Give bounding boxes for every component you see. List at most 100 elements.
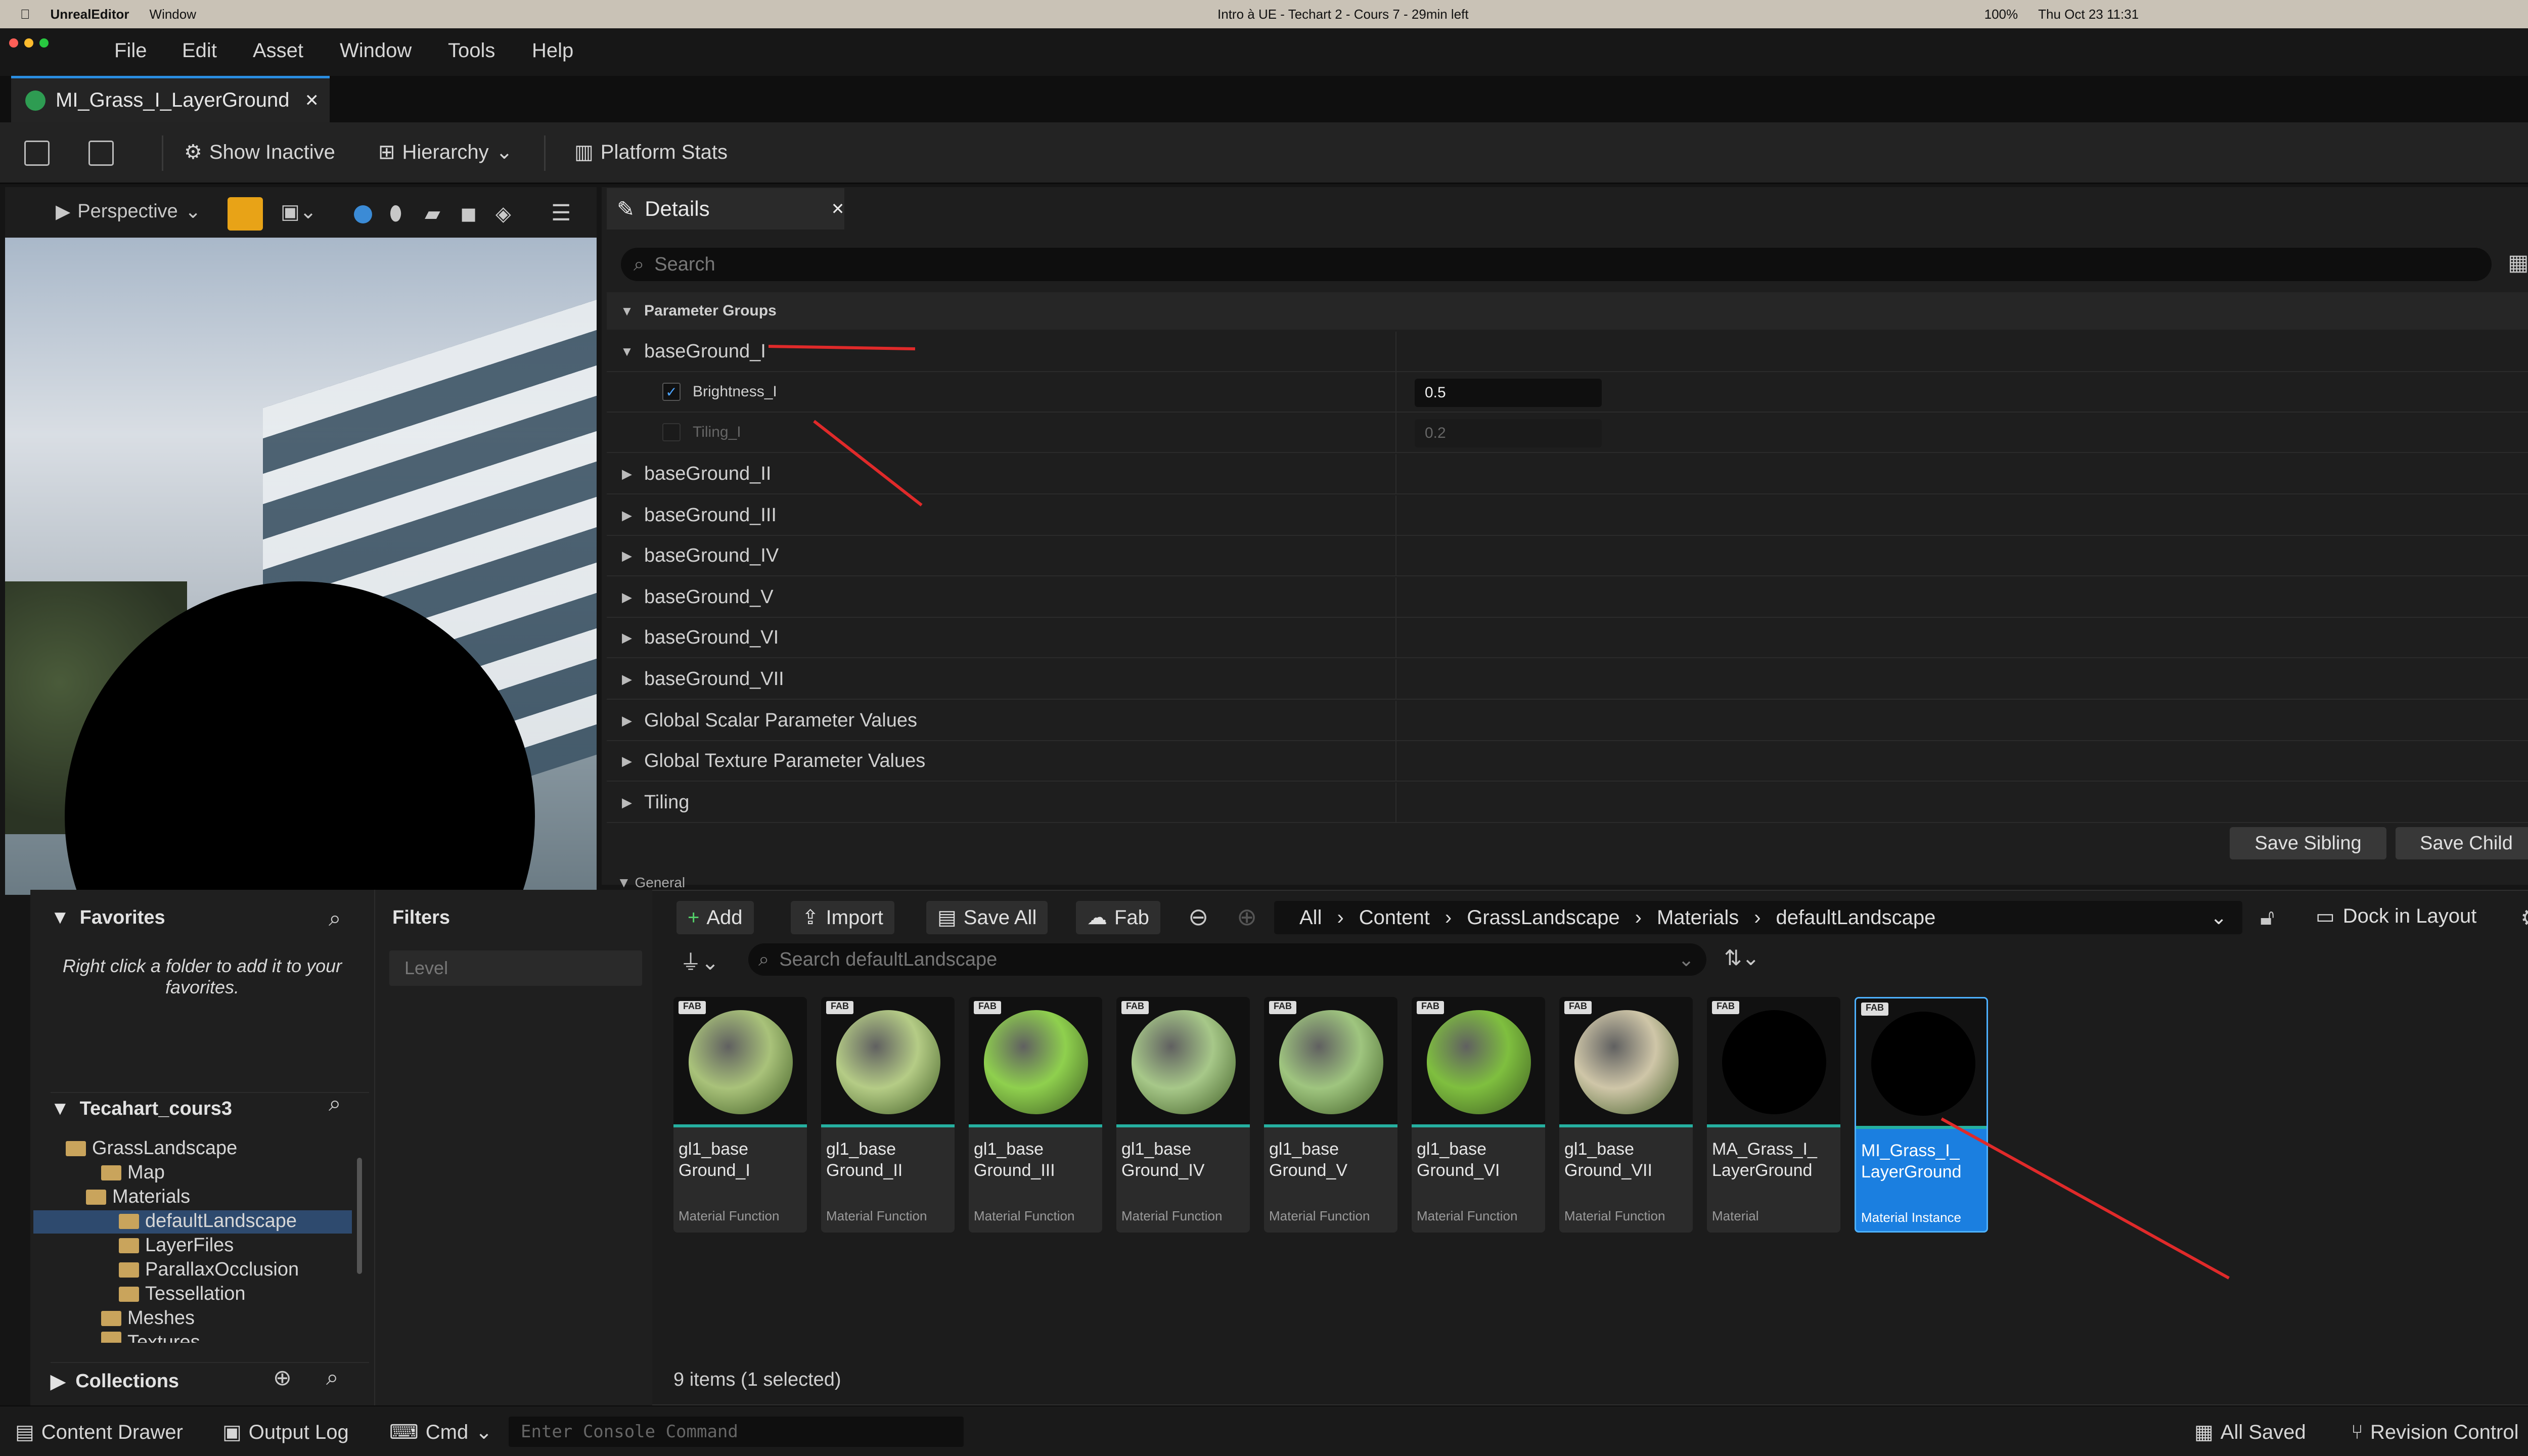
group-row[interactable]: ▶ baseGround_III [607, 495, 2528, 536]
all-saved-button[interactable]: ▦ All Saved [2194, 1421, 2306, 1444]
tree-folder[interactable]: Textures [101, 1332, 200, 1343]
asset-tile[interactable]: FAB gl1_base Ground_V Material Function [1264, 997, 1397, 1233]
zoom-window-icon[interactable] [39, 38, 49, 48]
cube-preview-icon[interactable]: ◼ [460, 202, 477, 225]
sort-icon[interactable]: ⇅⌄ [1724, 945, 1759, 970]
asset-tile[interactable]: FAB gl1_base Ground_I Material Function [673, 997, 807, 1233]
details-tab[interactable]: ✎ Details ✕ [607, 188, 844, 230]
collections-header[interactable]: ▶ Collections [51, 1362, 369, 1393]
asset-tile[interactable]: FAB gl1_base Ground_IV Material Function [1116, 997, 1250, 1233]
save-sibling-button[interactable]: Save Sibling [2230, 827, 2386, 859]
settings-icon[interactable]: ⚙ [2520, 904, 2528, 931]
asset-tile[interactable]: FAB MA_Grass_I_ LayerGround Material [1707, 997, 1840, 1233]
plane-preview-icon[interactable]: ▰ [425, 202, 440, 225]
tree-folder-selected[interactable]: defaultLandscape [119, 1210, 297, 1232]
tree-folder[interactable]: ParallaxOcclusion [119, 1259, 299, 1281]
minimize-window-icon[interactable] [24, 38, 33, 48]
hierarchy-button[interactable]: ⊞ Hierarchy ⌄ [378, 141, 513, 164]
add-collection-icon[interactable]: ⊕ [273, 1365, 292, 1391]
asset-tile-selected[interactable]: FAB MI_Grass_I_ LayerGround Material Insta… [1855, 997, 1988, 1233]
level-filter[interactable]: Level [389, 950, 642, 986]
group-row[interactable]: ▶ Global Scalar Parameter Values [607, 701, 2528, 741]
breadcrumb-item[interactable]: defaultLandscape [1776, 906, 1936, 929]
save-child-button[interactable]: Save Child [2396, 827, 2528, 859]
breadcrumb-item[interactable]: All [1299, 906, 1322, 929]
asset-tile[interactable]: FAB gl1_base Ground_II Material Function [821, 997, 955, 1233]
mesh-preview-icon[interactable]: ◈ [495, 202, 511, 225]
tree-scrollbar[interactable] [357, 1158, 362, 1274]
cmd-dropdown[interactable]: ⌨ Cmd ⌄ [389, 1421, 492, 1444]
search-icon[interactable]: ⌕ [329, 1091, 341, 1116]
output-log-button[interactable]: ▣ Output Log [222, 1421, 349, 1444]
menu-file[interactable]: File [114, 39, 147, 62]
tree-folder[interactable]: Tessellation [119, 1283, 246, 1305]
chevron-down-icon[interactable]: ⌄ [2210, 906, 2227, 929]
favorites-header[interactable]: ▼ Favorites [51, 907, 165, 929]
menu-edit[interactable]: Edit [182, 39, 217, 62]
apple-icon[interactable]:  [20, 7, 30, 22]
menu-tools[interactable]: Tools [448, 39, 495, 62]
asset-tile[interactable]: FAB gl1_base Ground_VI Material Function [1412, 997, 1545, 1233]
param-value-input[interactable]: 0.5 [1415, 379, 1602, 407]
group-row[interactable]: ▶ baseGround_IV [607, 536, 2528, 576]
document-tab[interactable]: MI_Grass_I_LayerGround ✕ [11, 76, 330, 122]
app-name[interactable]: UnrealEditor [51, 7, 129, 22]
dock-in-layout-button[interactable]: ▭ Dock in Layout [2316, 905, 2476, 928]
breadcrumb-item[interactable]: Materials [1657, 906, 1739, 929]
group-row[interactable]: ▶ Tiling [607, 783, 2528, 823]
search-icon[interactable]: ⌕ [326, 1365, 339, 1390]
fab-button[interactable]: ☁ Fab [1076, 901, 1160, 934]
tree-folder[interactable]: Meshes [101, 1307, 195, 1329]
cylinder-preview-icon[interactable]: ⬮ [389, 202, 402, 225]
tree-folder[interactable]: GrassLandscape [66, 1138, 237, 1159]
history-back-icon[interactable]: ⊖ [1188, 903, 1208, 931]
close-tab-icon[interactable]: ✕ [831, 199, 845, 218]
close-tab-icon[interactable]: ✕ [304, 90, 319, 111]
viewport-menu-icon[interactable]: ☰ [551, 200, 571, 226]
history-forward-icon[interactable]: ⊕ [1237, 903, 1257, 931]
tree-folder[interactable]: Materials [86, 1186, 190, 1208]
console-command-input[interactable]: Enter Console Command [509, 1417, 964, 1447]
general-section-header[interactable]: ▼ General [617, 875, 685, 891]
group-row[interactable]: ▼ baseGround_I [607, 332, 2528, 372]
menu-help[interactable]: Help [532, 39, 573, 62]
group-row[interactable]: ▶ Global Texture Parameter Values [607, 741, 2528, 782]
breadcrumb-item[interactable]: Content [1359, 906, 1430, 929]
add-button[interactable]: + Add [676, 901, 754, 934]
override-checkbox[interactable] [662, 423, 681, 441]
menu-asset[interactable]: Asset [253, 39, 303, 62]
group-row[interactable]: ▶ baseGround_II [607, 454, 2528, 494]
project-header[interactable]: ▼ Tecahart_cours3 [51, 1092, 369, 1120]
details-search-input[interactable]: ⌕ Search [621, 248, 2492, 281]
override-checkbox[interactable]: ✓ [662, 383, 681, 401]
breadcrumb-item[interactable]: GrassLandscape [1467, 906, 1619, 929]
filter-icon[interactable]: ⏚⌄ [680, 945, 719, 976]
tree-folder[interactable]: LayerFiles [119, 1235, 234, 1256]
group-row[interactable]: ▶ baseGround_VI [607, 618, 2528, 658]
browse-icon[interactable] [88, 141, 114, 166]
menu-window[interactable]: Window [340, 39, 412, 62]
platform-stats-button[interactable]: ▥ Platform Stats [574, 141, 728, 164]
realtime-toggle-icon[interactable] [228, 197, 263, 231]
lock-icon[interactable]: 🔓︎ [2260, 905, 2275, 930]
window-menu[interactable]: Window [150, 7, 196, 22]
tree-folder[interactable]: Map [101, 1162, 165, 1184]
table-view-icon[interactable]: ▦ [2508, 250, 2528, 276]
close-window-icon[interactable] [9, 38, 18, 48]
group-row[interactable]: ▶ baseGround_VII [607, 659, 2528, 700]
asset-tile[interactable]: FAB gl1_base Ground_III Material Function [969, 997, 1102, 1233]
import-button[interactable]: ⇪ Import [791, 901, 894, 934]
perspective-button[interactable]: ▶ Perspective ⌄ [56, 200, 201, 223]
sphere-preview-icon[interactable] [354, 205, 372, 223]
save-all-button[interactable]: ▤ Save All [926, 901, 1048, 934]
show-inactive-button[interactable]: ⚙ Show Inactive [184, 141, 335, 164]
search-icon[interactable]: ⌕ [329, 906, 341, 931]
save-icon[interactable] [24, 141, 50, 166]
parameter-groups-header[interactable]: ▼ Parameter Groups [607, 292, 2528, 330]
revision-control-button[interactable]: ⑂ Revision Control ⌄ [2351, 1421, 2528, 1444]
asset-tile[interactable]: FAB gl1_base Ground_VII Material Function [1559, 997, 1693, 1233]
content-drawer-button[interactable]: ▤ Content Drawer [15, 1421, 183, 1444]
param-value-input[interactable]: 0.2 [1415, 419, 1602, 447]
asset-search-input[interactable]: ⌕ Search defaultLandscape ⌄ [748, 943, 1706, 976]
view-mode-icon[interactable]: ▣⌄ [281, 200, 317, 223]
